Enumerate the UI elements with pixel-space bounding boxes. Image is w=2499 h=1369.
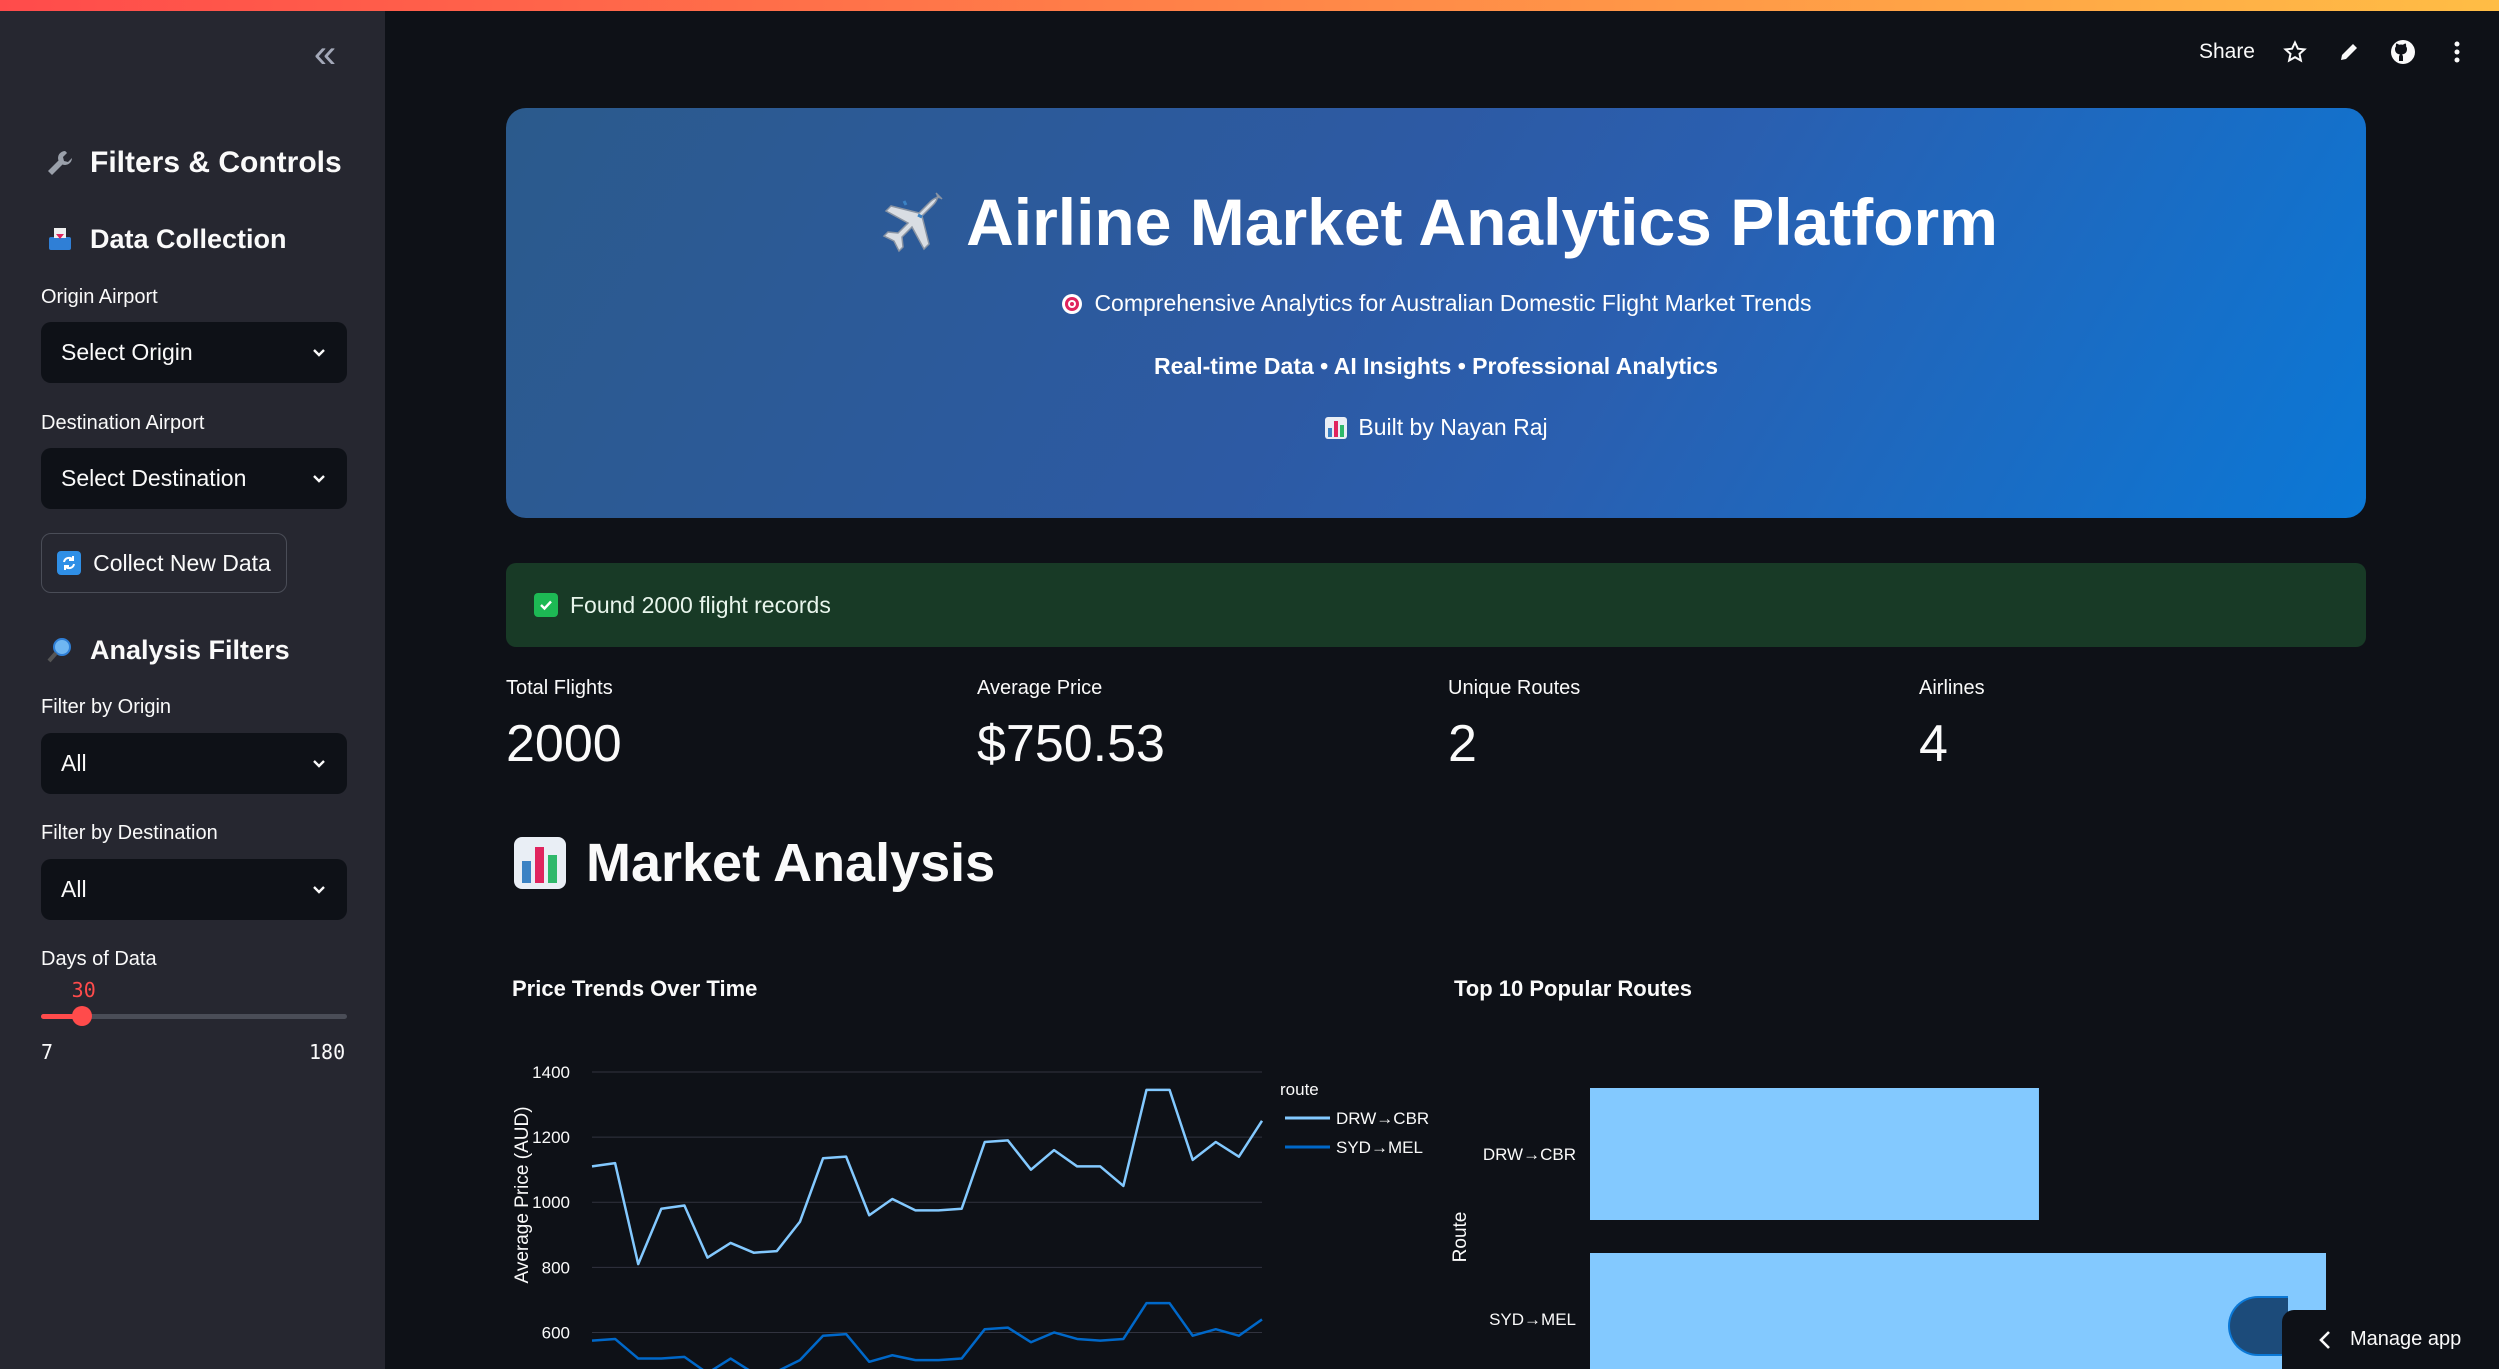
price-trends-chart: 1400 1200 1000 800 600 Average Price (AUD) r… xyxy=(512,1063,1429,1369)
filter-origin-select[interactable]: All xyxy=(41,733,347,794)
y-tick-label: 1200 xyxy=(532,1128,570,1147)
manage-app-button[interactable]: Manage app xyxy=(2282,1310,2499,1369)
filter-origin-label: Filter by Origin xyxy=(41,696,172,718)
route-bar[interactable] xyxy=(1590,1253,2326,1369)
y-tick-label: 1000 xyxy=(532,1193,570,1212)
data-collection-heading: Data Collection xyxy=(44,223,287,255)
days-of-data-label: Days of Data xyxy=(41,948,157,970)
route-tick-label: SYD→MEL xyxy=(1489,1310,1576,1329)
legend-label[interactable]: SYD→MEL xyxy=(1336,1138,1423,1157)
deploy-button[interactable] xyxy=(2228,1296,2288,1356)
magnifier-icon xyxy=(44,634,76,666)
series-line-1[interactable] xyxy=(591,1301,1263,1369)
hero-byline: Built by Nayan Raj xyxy=(506,414,2366,441)
hero-title: Airline Market Analytics Platform xyxy=(506,184,2366,260)
share-button[interactable]: Share xyxy=(2199,40,2255,64)
line-chart-gridlines xyxy=(592,1071,1262,1333)
chevron-down-icon xyxy=(313,348,325,357)
market-analysis-heading: Market Analysis xyxy=(512,832,995,894)
metric-value: 2000 xyxy=(506,715,622,773)
days-slider-value: 30 xyxy=(71,978,96,1002)
check-icon xyxy=(534,593,558,617)
hero-banner: Airline Market Analytics Platform Compre… xyxy=(506,108,2366,518)
bar-chart-title: Top 10 Popular Routes xyxy=(1454,976,1692,1001)
star-icon[interactable] xyxy=(2281,38,2309,66)
metric-label: Unique Routes xyxy=(1448,677,1581,699)
refresh-icon xyxy=(57,551,82,575)
series-line-0[interactable] xyxy=(591,1088,1264,1266)
metric-airlines: Airlines 4 xyxy=(1919,677,1985,774)
collapse-sidebar-button[interactable]: « xyxy=(305,34,345,76)
destination-airport-select[interactable]: Select Destination xyxy=(41,448,347,509)
y-tick-label: 800 xyxy=(542,1258,570,1277)
origin-airport-select[interactable]: Select Origin xyxy=(41,322,347,383)
days-slider[interactable] xyxy=(41,1006,347,1026)
y-tick-label: 600 xyxy=(542,1323,570,1342)
chevron-down-icon xyxy=(313,474,325,483)
filter-destination-label: Filter by Destination xyxy=(41,822,218,844)
target-icon xyxy=(1062,293,1083,314)
metric-value: 4 xyxy=(1919,715,1948,773)
line-chart-series xyxy=(591,1088,1264,1369)
days-slider-thumb[interactable] xyxy=(71,1006,92,1026)
metric-value: 2 xyxy=(1448,715,1477,773)
bar-chart-y-label: Route xyxy=(1450,1212,1471,1263)
route-tick-label: DRW→CBR xyxy=(1483,1145,1576,1164)
y-tick-label: 1400 xyxy=(532,1063,570,1082)
filter-destination-select[interactable]: All xyxy=(41,859,347,920)
days-slider-max: 180 xyxy=(309,1040,346,1064)
airplane-icon xyxy=(882,192,943,253)
bar-chart-bars: DRW→CBR SYD→MEL xyxy=(1483,1088,2326,1369)
sidebar: « Filters & Controls Data Collection Ori… xyxy=(0,0,385,1369)
hero-tagline: Real-time Data • AI Insights • Professio… xyxy=(1154,353,1718,379)
line-chart-y-label: Average Price (AUD) xyxy=(512,1106,533,1283)
more-icon[interactable] xyxy=(2443,38,2471,66)
route-bar[interactable] xyxy=(1590,1088,2039,1220)
days-slider-min: 7 xyxy=(41,1040,54,1064)
metric-label: Airlines xyxy=(1919,677,1985,699)
metric-total-flights: Total Flights 2000 xyxy=(506,677,622,774)
metric-label: Total Flights xyxy=(506,677,613,699)
sidebar-heading: Filters & Controls xyxy=(44,146,342,180)
destination-airport-label: Destination Airport xyxy=(41,412,205,434)
success-alert: Found 2000 flight records xyxy=(506,563,2366,647)
wrench-icon xyxy=(44,147,76,179)
line-chart-legend-title: route xyxy=(1280,1080,1319,1099)
bar-chart-icon xyxy=(514,837,566,889)
collect-new-data-button[interactable]: Collect New Data xyxy=(41,533,287,593)
metric-value: $750.53 xyxy=(977,715,1165,773)
pencil-icon[interactable] xyxy=(2335,38,2363,66)
line-chart-legend: DRW→CBR SYD→MEL xyxy=(1285,1109,1429,1157)
hero-subtitle: Comprehensive Analytics for Australian D… xyxy=(506,290,2366,317)
inbox-tray-icon xyxy=(44,223,76,255)
line-chart-title: Price Trends Over Time xyxy=(512,976,758,1001)
line-chart-y-ticks: 1400 1200 1000 800 600 xyxy=(532,1063,570,1342)
github-icon[interactable] xyxy=(2389,38,2417,66)
metric-unique-routes: Unique Routes 2 xyxy=(1448,677,1580,774)
metric-average-price: Average Price $750.53 xyxy=(977,677,1165,774)
chevron-down-icon xyxy=(313,885,325,894)
chevron-down-icon xyxy=(313,759,325,768)
app-toolbar: Share xyxy=(2199,38,2471,66)
top-decoration-stripe xyxy=(0,0,2499,11)
bar-chart-icon xyxy=(1325,416,1348,439)
chevron-left-icon xyxy=(2319,1330,2330,1349)
legend-label[interactable]: DRW→CBR xyxy=(1336,1109,1429,1128)
metric-label: Average Price xyxy=(977,677,1103,699)
analysis-filters-heading: Analysis Filters xyxy=(44,634,290,666)
origin-airport-label: Origin Airport xyxy=(41,286,158,308)
